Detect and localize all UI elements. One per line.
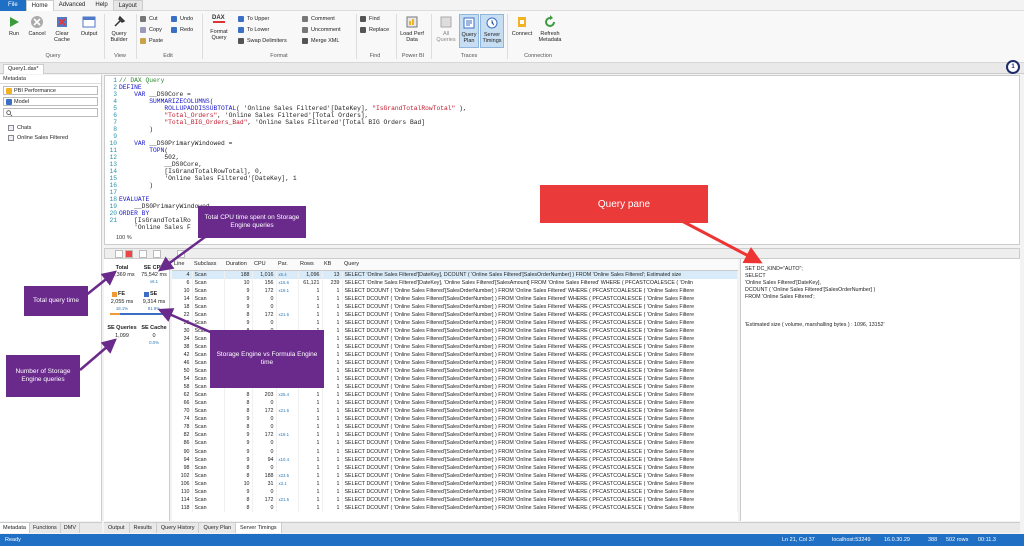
callout-se-queries: Number of Storage Engine queries (6, 355, 80, 397)
arrow-se-queries (79, 338, 117, 371)
callout-cpu: Total CPU time spent on Storage Engine q… (198, 206, 306, 238)
annotation-arrows (79, 218, 763, 371)
arrow-query-pane (679, 218, 763, 264)
arrow-cpu (157, 235, 206, 272)
callout-se-fe: Storage Engine vs Formula Engine time (210, 330, 324, 388)
callout-query-pane: Query pane (540, 185, 708, 223)
callout-total: Total query time (24, 286, 88, 316)
